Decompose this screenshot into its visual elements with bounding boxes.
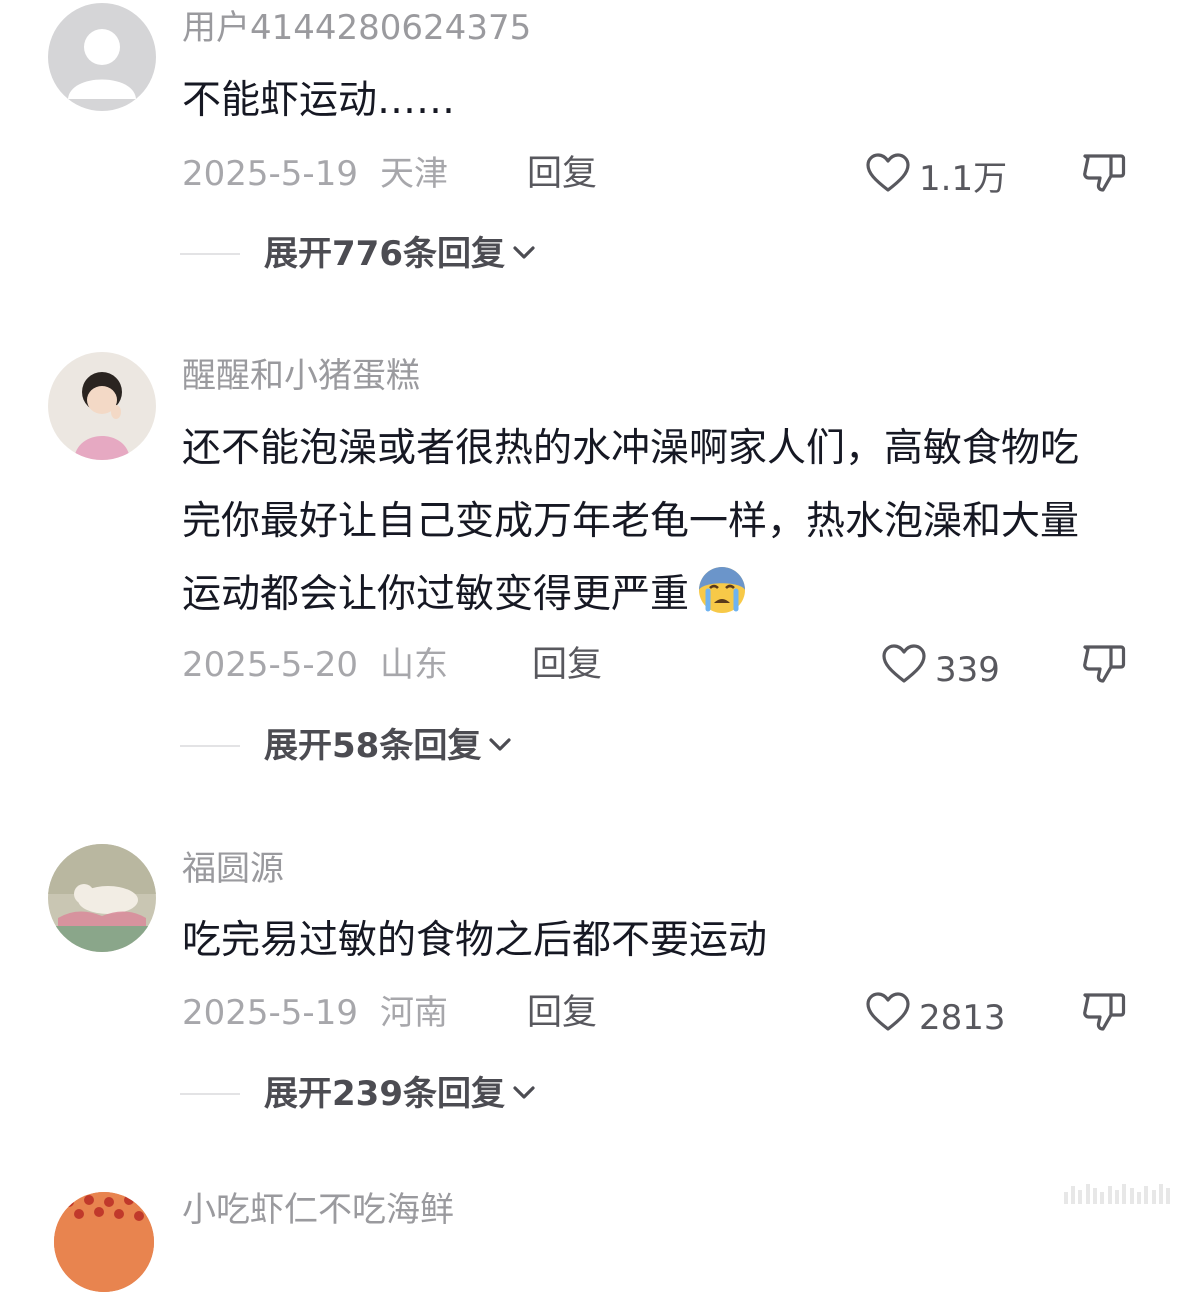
comment-date: 2025-5-19 <box>182 993 358 1033</box>
divider <box>180 1093 240 1095</box>
comment-username[interactable]: 用户4144280624375 <box>182 6 531 50</box>
comment-text: 不能虾运动…… <box>182 78 456 123</box>
expand-replies-button[interactable]: 展开776条回复 <box>180 232 537 276</box>
thumbs-down-icon <box>1081 993 1127 1037</box>
chevron-down-icon <box>511 242 537 266</box>
comment-location: 山东 <box>379 645 448 685</box>
comment-meta: 2025-5-19 河南 <box>182 991 448 1035</box>
avatar[interactable] <box>48 3 156 111</box>
comment-text: 吃完易过敏的食物之后都不要运动 <box>182 918 768 963</box>
expand-replies-label: 展开239条回复 <box>264 1074 505 1114</box>
expand-replies-button[interactable]: 展开239条回复 <box>180 1072 537 1116</box>
comment-date: 2025-5-20 <box>182 645 358 685</box>
dislike-button[interactable] <box>1081 150 1127 198</box>
expand-replies-label: 展开776条回复 <box>264 234 505 274</box>
comment-username[interactable]: 醒醒和小猪蛋糕 <box>182 354 420 398</box>
divider <box>180 253 240 255</box>
comment-text: 还不能泡澡或者很热的水冲澡啊家人们，高敏食物吃完你最好让自己变成万年老龟一样，热… <box>182 412 1112 639</box>
expand-replies-label: 展开58条回复 <box>264 726 482 766</box>
comment-username[interactable]: 福圆源 <box>182 847 284 891</box>
comment-location: 天津 <box>379 154 448 194</box>
watermark <box>1062 1176 1176 1208</box>
chevron-down-icon <box>511 1082 537 1106</box>
comment-location: 河南 <box>379 993 448 1033</box>
like-button[interactable]: 2813 <box>865 991 1006 1044</box>
avatar[interactable] <box>54 1192 154 1292</box>
like-button[interactable]: 339 <box>881 643 1000 696</box>
heart-outline-icon <box>865 152 911 205</box>
thumbs-down-icon <box>1081 154 1127 198</box>
crying-face-emoji <box>697 565 747 639</box>
chevron-down-icon <box>487 734 513 758</box>
dislike-button[interactable] <box>1081 989 1127 1037</box>
heart-outline-icon <box>865 991 911 1044</box>
comment-meta: 2025-5-20 山东 <box>182 643 448 687</box>
divider <box>180 745 240 747</box>
like-count: 339 <box>935 649 1000 690</box>
avatar[interactable] <box>48 844 156 952</box>
expand-replies-button[interactable]: 展开58条回复 <box>180 724 513 768</box>
reply-button[interactable]: 回复 <box>527 152 597 196</box>
comment-username[interactable]: 小吃虾仁不吃海鲜 <box>182 1188 454 1232</box>
like-count: 2813 <box>919 997 1006 1038</box>
avatar[interactable] <box>48 352 156 460</box>
dislike-button[interactable] <box>1081 641 1127 689</box>
comment-text-content: 还不能泡澡或者很热的水冲澡啊家人们，高敏食物吃完你最好让自己变成万年老龟一样，热… <box>182 426 1080 617</box>
comment-meta: 2025-5-19 天津 <box>182 152 448 196</box>
reply-button[interactable]: 回复 <box>527 991 597 1035</box>
reply-button[interactable]: 回复 <box>532 643 602 687</box>
like-button[interactable]: 1.1万 <box>865 152 1007 205</box>
comment-date: 2025-5-19 <box>182 154 358 194</box>
like-count: 1.1万 <box>919 158 1008 199</box>
heart-outline-icon <box>881 643 927 696</box>
thumbs-down-icon <box>1081 645 1127 689</box>
